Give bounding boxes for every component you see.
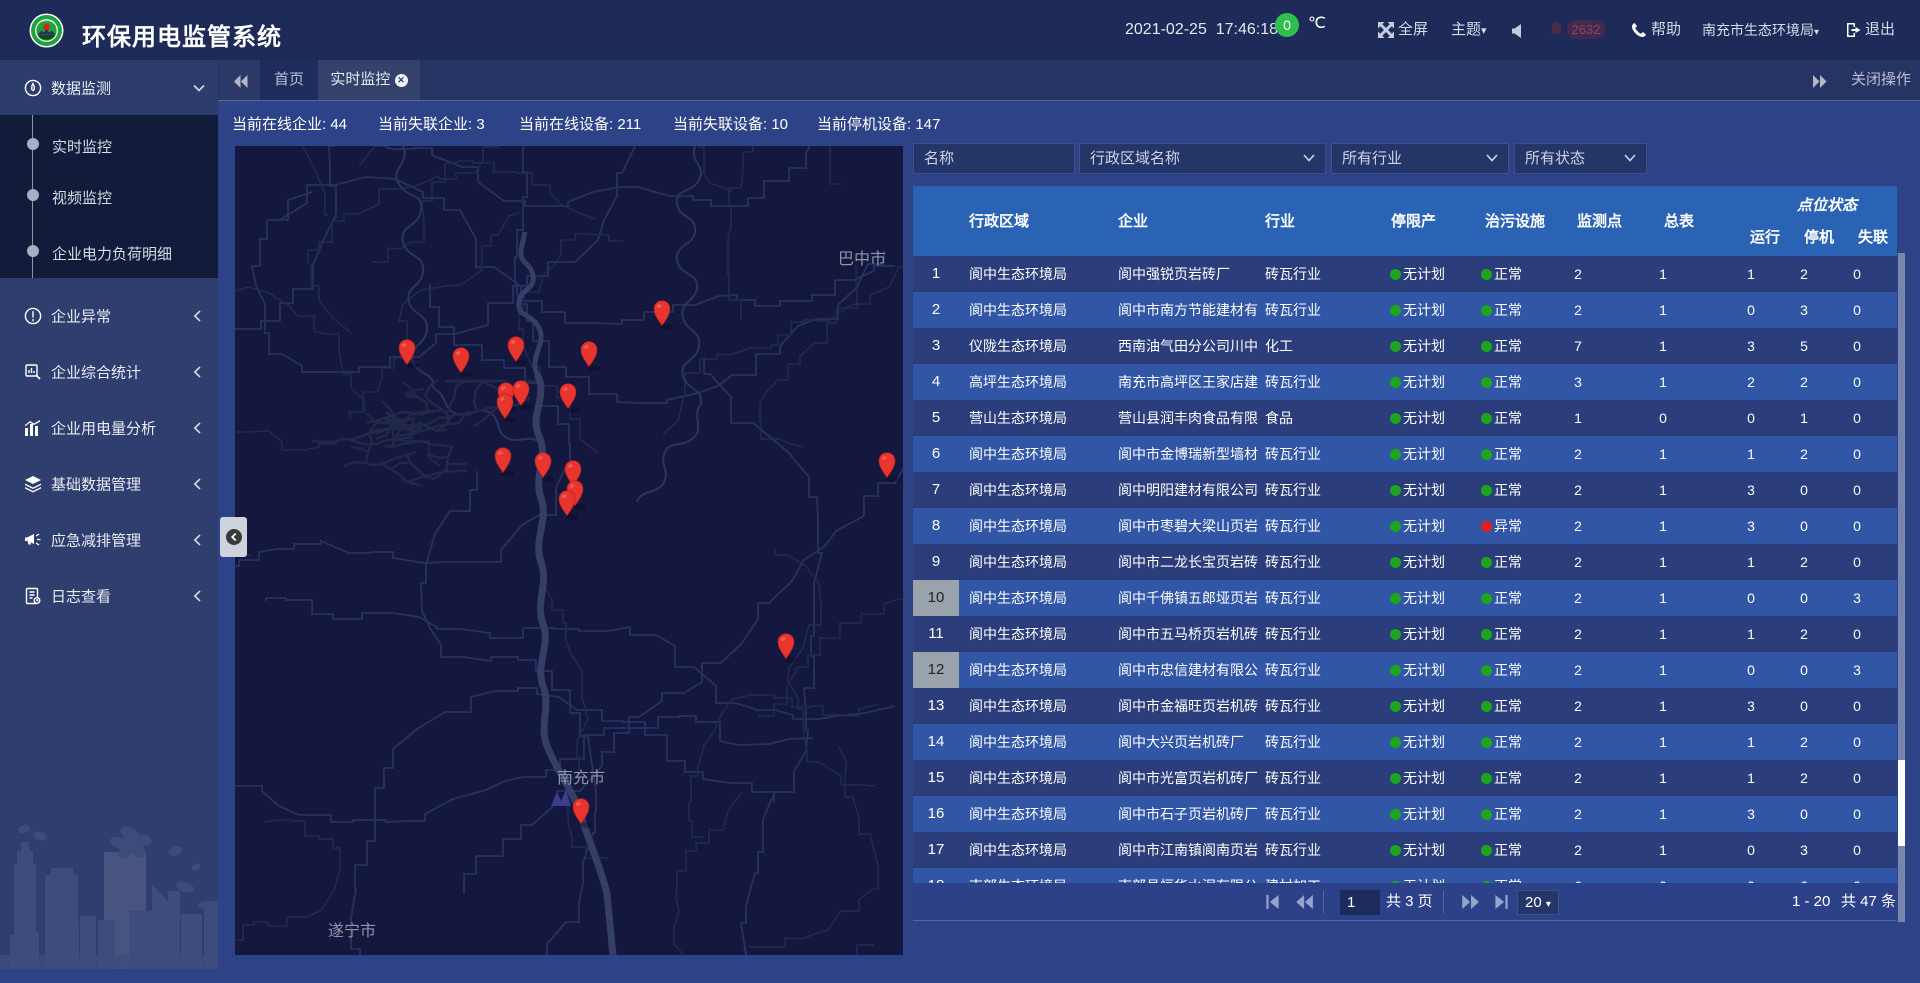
- svg-text:遂宁市: 遂宁市: [328, 922, 376, 940]
- svg-text:巴中市: 巴中市: [838, 250, 886, 268]
- svg-text:◦◦◦◦◦◦◦: ◦◦◦◦◦◦◦: [41, 18, 53, 23]
- svg-text:南充市: 南充市: [557, 769, 605, 787]
